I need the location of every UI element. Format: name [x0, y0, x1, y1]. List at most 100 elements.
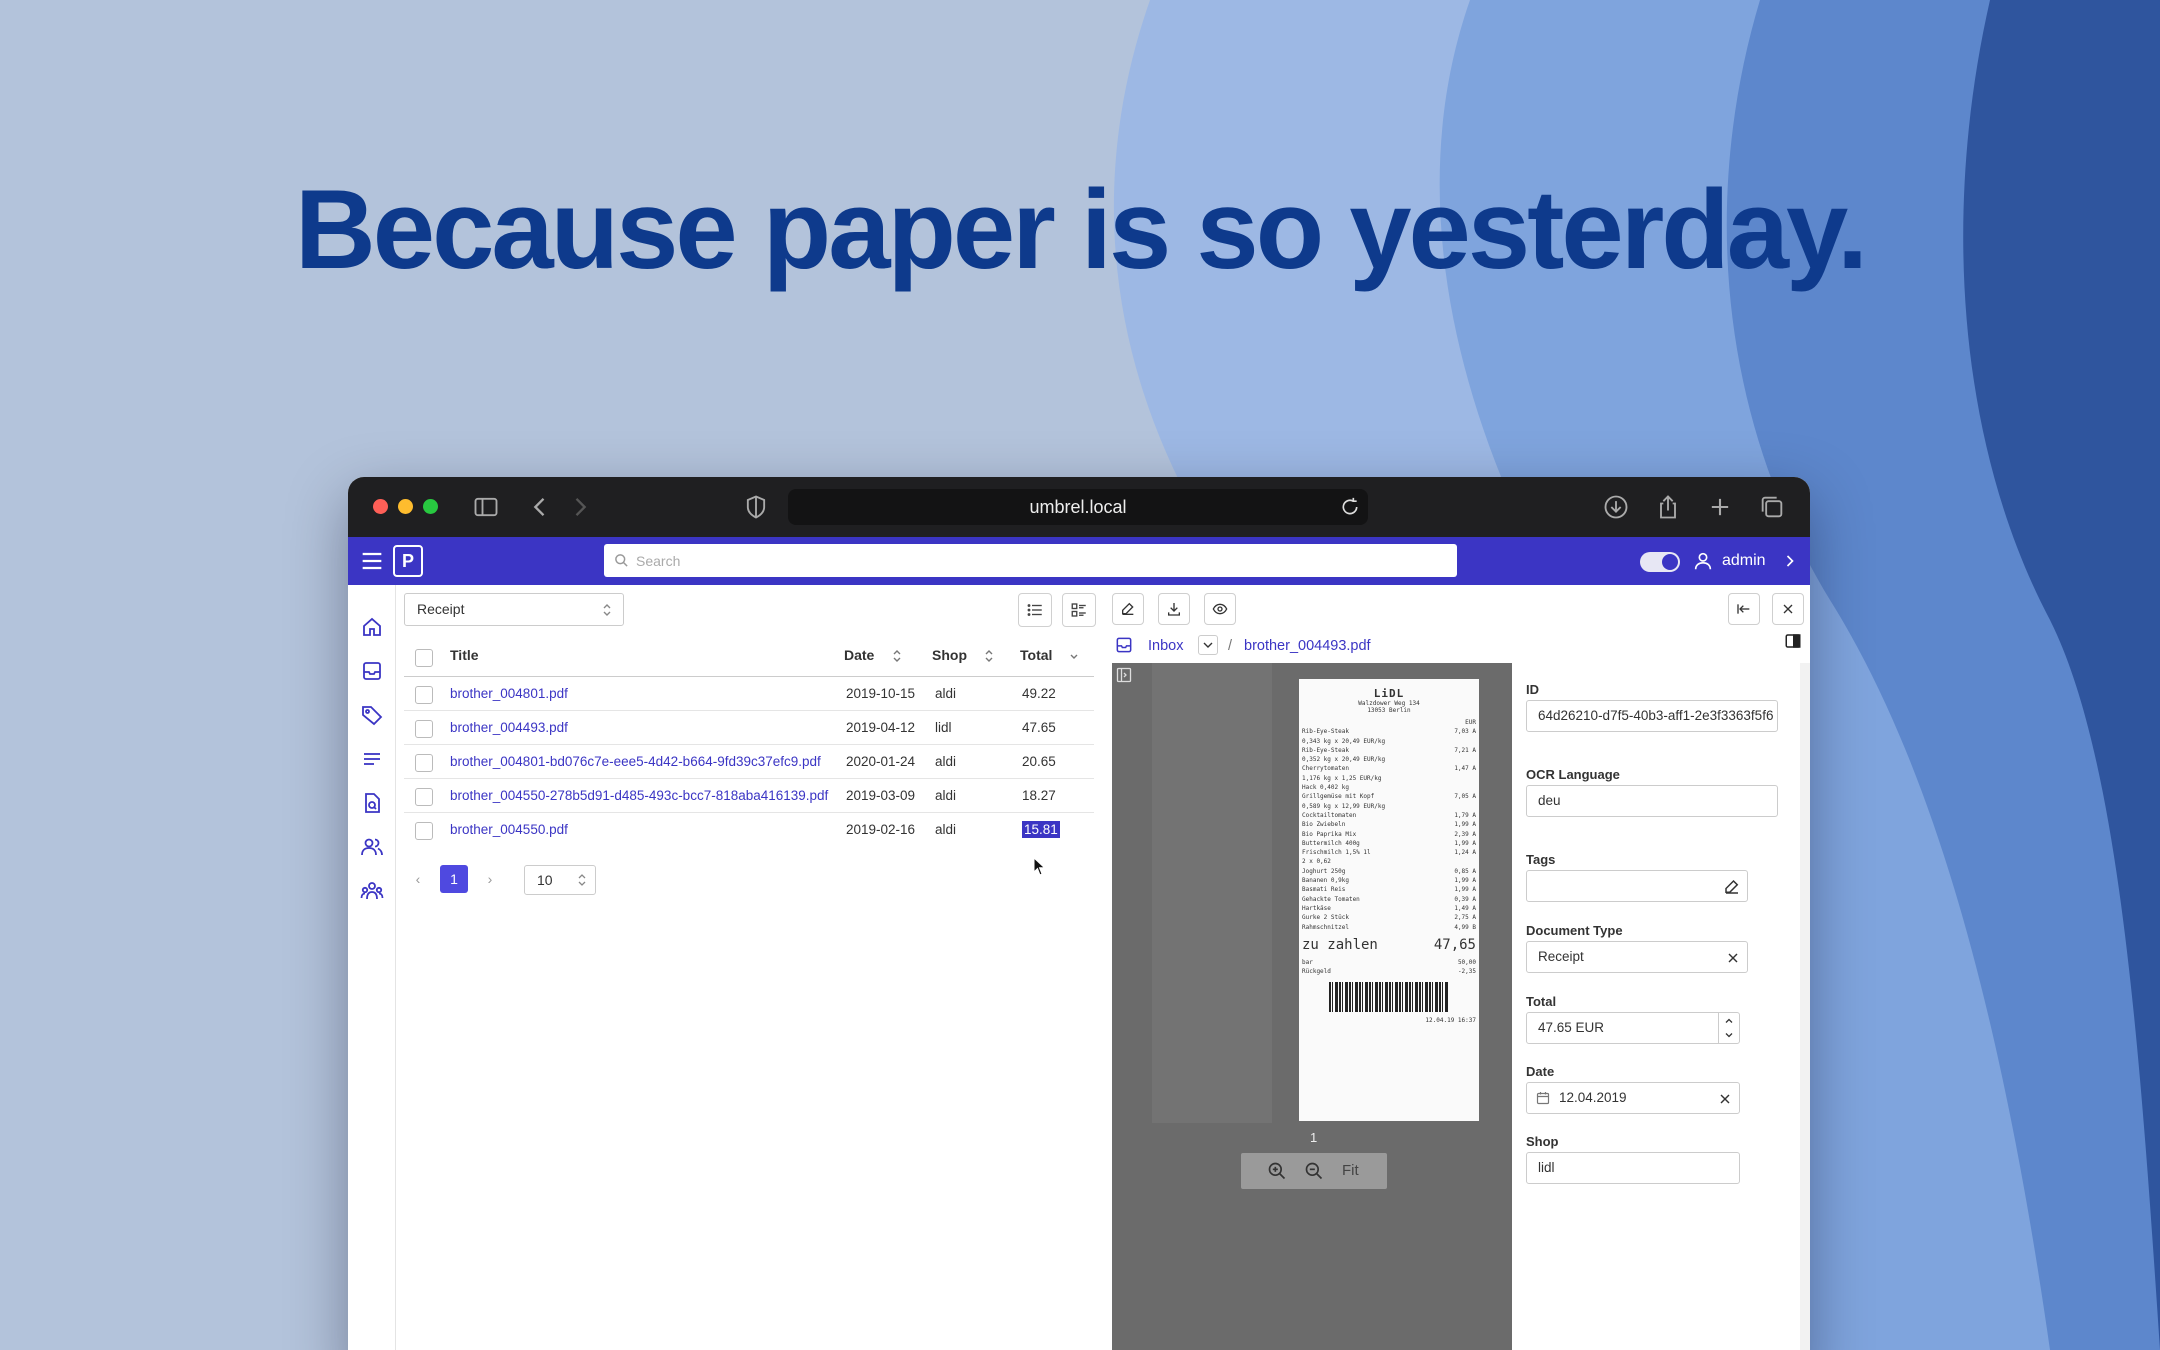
thumbnail-toggle-icon[interactable]	[1116, 667, 1132, 683]
menu-icon[interactable]	[358, 547, 386, 575]
clear-icon[interactable]	[1719, 1093, 1731, 1105]
search-input[interactable]	[636, 544, 1446, 577]
shop-field[interactable]: lidl	[1526, 1152, 1740, 1184]
page-button-current[interactable]: 1	[440, 865, 468, 893]
document-type-filter[interactable]: Receipt	[404, 593, 624, 626]
tab-overview-icon[interactable]	[1758, 493, 1786, 521]
preview-button[interactable]	[1204, 593, 1236, 625]
select-all-checkbox[interactable]	[415, 649, 433, 667]
ocr-language-label: OCR Language	[1526, 767, 1620, 782]
back-icon[interactable]	[526, 493, 554, 521]
shield-icon[interactable]	[742, 493, 770, 521]
receipt-item-price: 4,99 B	[1454, 923, 1476, 931]
document-title-link[interactable]: brother_004801-bd076c7e-eee5-4d42-b664-9…	[450, 745, 821, 779]
receipt-change-line: Rückgeld -2,35	[1302, 967, 1476, 976]
tags-field[interactable]	[1526, 870, 1748, 902]
row-checkbox[interactable]	[415, 720, 433, 738]
breadcrumb-folder[interactable]: Inbox	[1148, 638, 1183, 654]
chevron-right-icon[interactable]	[1780, 551, 1800, 571]
total-stepper[interactable]	[1718, 1013, 1738, 1043]
edit-button[interactable]	[1112, 593, 1144, 625]
document-title-link[interactable]: brother_004550.pdf	[450, 813, 568, 847]
date-field[interactable]: 12.04.2019	[1526, 1082, 1740, 1114]
close-viewer-button[interactable]	[1772, 593, 1804, 625]
row-checkbox[interactable]	[415, 686, 433, 704]
id-field[interactable]: 64d26210-d7f5-40b3-aff1-2e3f3363f5f6	[1526, 700, 1778, 732]
column-header-date[interactable]: Date	[844, 640, 874, 670]
total-value: 47.65 EUR	[1538, 1020, 1605, 1035]
receipt-item-line: Rib-Eye-Steak 7,21 A	[1302, 746, 1476, 755]
table-row[interactable]: brother_004801.pdf 2019-10-15 aldi 49.22	[404, 677, 1094, 711]
download-button[interactable]	[1158, 593, 1190, 625]
close-window-button[interactable]	[373, 499, 388, 514]
sidebar-panel-icon[interactable]	[1784, 632, 1802, 650]
downloads-icon[interactable]	[1602, 493, 1630, 521]
document-search-icon[interactable]	[360, 791, 384, 815]
sort-updown-icon[interactable]	[892, 648, 902, 664]
table-row[interactable]: brother_004801-bd076c7e-eee5-4d42-b664-9…	[404, 745, 1094, 779]
receipt-item-price: 7,21 A	[1454, 746, 1476, 754]
inbox-icon[interactable]	[360, 659, 384, 683]
collapse-panel-button[interactable]	[1728, 593, 1760, 625]
user-name[interactable]: admin	[1722, 552, 1766, 570]
zoom-out-icon[interactable]	[1304, 1161, 1324, 1181]
chevron-down-icon[interactable]	[1069, 648, 1079, 664]
row-checkbox[interactable]	[415, 754, 433, 772]
document-title-link[interactable]: brother_004493.pdf	[450, 711, 568, 745]
list-icon[interactable]	[360, 747, 384, 771]
folder-dropdown-button[interactable]	[1198, 635, 1218, 655]
home-icon[interactable]	[360, 615, 384, 639]
thumbnail-strip[interactable]	[1152, 663, 1272, 1123]
minimize-window-button[interactable]	[398, 499, 413, 514]
next-page-button[interactable]: ›	[476, 865, 504, 893]
row-checkbox[interactable]	[415, 822, 433, 840]
tag-icon[interactable]	[360, 703, 384, 727]
maximize-window-button[interactable]	[423, 499, 438, 514]
column-header-title[interactable]: Title	[450, 640, 479, 670]
sort-updown-icon[interactable]	[984, 648, 994, 664]
new-tab-icon[interactable]	[1706, 493, 1734, 521]
list-view-button[interactable]	[1018, 593, 1052, 627]
search-box[interactable]	[604, 544, 1457, 577]
previous-page-button[interactable]: ‹	[404, 865, 432, 893]
column-header-shop[interactable]: Shop	[932, 640, 967, 670]
user-icon[interactable]	[1692, 549, 1714, 573]
ocr-language-field[interactable]: deu	[1526, 785, 1778, 817]
row-checkbox[interactable]	[415, 788, 433, 806]
edit-tags-icon[interactable]	[1723, 878, 1741, 896]
metadata-scrollbar[interactable]	[1800, 663, 1810, 1350]
dark-mode-toggle[interactable]	[1640, 552, 1680, 572]
receipt-item-name: Basmati Reis	[1302, 886, 1346, 894]
document-type-field[interactable]: Receipt	[1526, 941, 1748, 973]
chevron-down-icon[interactable]	[1724, 1030, 1734, 1040]
app-logo[interactable]: P	[393, 545, 423, 577]
users-icon[interactable]	[360, 835, 384, 859]
receipt-item-name: Grillgemüse mit Kopf	[1302, 793, 1375, 801]
share-icon[interactable]	[1654, 493, 1682, 521]
list-view-icon	[1027, 604, 1042, 616]
receipt-item-line: Grillgemüse mit Kopf 7,05 A	[1302, 792, 1476, 801]
chevron-up-icon[interactable]	[1724, 1016, 1734, 1026]
column-header-total[interactable]: Total	[1020, 640, 1052, 670]
detail-view-button[interactable]	[1062, 593, 1096, 627]
receipt-change-label: Rückgeld	[1302, 968, 1331, 976]
document-title-link[interactable]: brother_004550-278b5d91-d485-493c-bcc7-8…	[450, 779, 828, 813]
table-row[interactable]: brother_004550-278b5d91-d485-493c-bcc7-8…	[404, 779, 1094, 813]
selected-total-text: 15.81	[1022, 821, 1060, 838]
table-row[interactable]: brother_004493.pdf 2019-04-12 lidl 47.65	[404, 711, 1094, 745]
total-field[interactable]: 47.65 EUR	[1526, 1012, 1740, 1044]
page-size-select[interactable]: 10	[524, 865, 596, 895]
document-title-link[interactable]: brother_004801.pdf	[450, 677, 568, 711]
table-row[interactable]: brother_004550.pdf 2019-02-16 aldi 15.81	[404, 813, 1094, 847]
zoom-in-icon[interactable]	[1267, 1161, 1287, 1181]
address-bar[interactable]: umbrel.local	[788, 489, 1368, 525]
zoom-fit-button[interactable]: Fit	[1342, 1162, 1359, 1179]
reload-icon[interactable]	[1340, 497, 1360, 517]
document-total-selected[interactable]: 15.81	[1022, 813, 1060, 847]
sidebar-toggle-icon[interactable]	[472, 493, 500, 521]
breadcrumb-file[interactable]: brother_004493.pdf	[1244, 638, 1371, 654]
clear-icon[interactable]	[1727, 952, 1739, 964]
calendar-icon[interactable]	[1536, 1091, 1550, 1105]
forward-icon[interactable]	[566, 493, 594, 521]
groups-icon[interactable]	[360, 879, 384, 903]
